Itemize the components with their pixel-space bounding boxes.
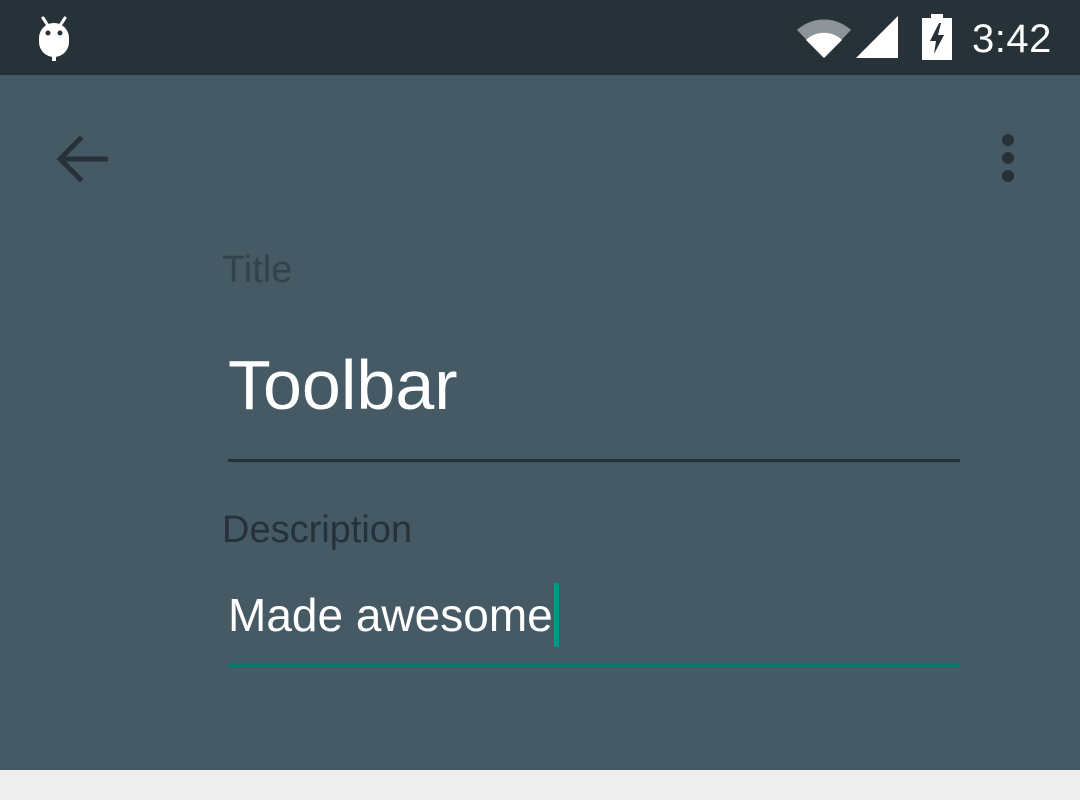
text-cursor (553, 583, 559, 647)
title-input-underline (228, 459, 960, 462)
title-field-label: Title (222, 249, 293, 291)
overflow-menu-button[interactable] (984, 129, 1032, 193)
description-input[interactable]: Made awesome (228, 583, 559, 647)
status-bar: 3:42 (0, 0, 1080, 75)
description-input-text: Made awesome (228, 589, 553, 641)
title-input[interactable]: Toolbar (228, 337, 458, 433)
android-debug-icon (39, 16, 69, 61)
cell-signal-icon (856, 16, 898, 58)
description-input-underline (228, 663, 960, 667)
wifi-icon (797, 19, 851, 58)
battery-charging-icon (922, 14, 952, 60)
content-background (0, 770, 1080, 800)
arrow-back-icon (56, 135, 108, 183)
status-clock: 3:42 (972, 17, 1052, 61)
back-button[interactable] (52, 129, 116, 193)
more-vert-icon (1002, 134, 1014, 182)
toolbar: Title Toolbar Description Made awesome (0, 75, 1080, 770)
description-field-label: Description (222, 509, 413, 551)
